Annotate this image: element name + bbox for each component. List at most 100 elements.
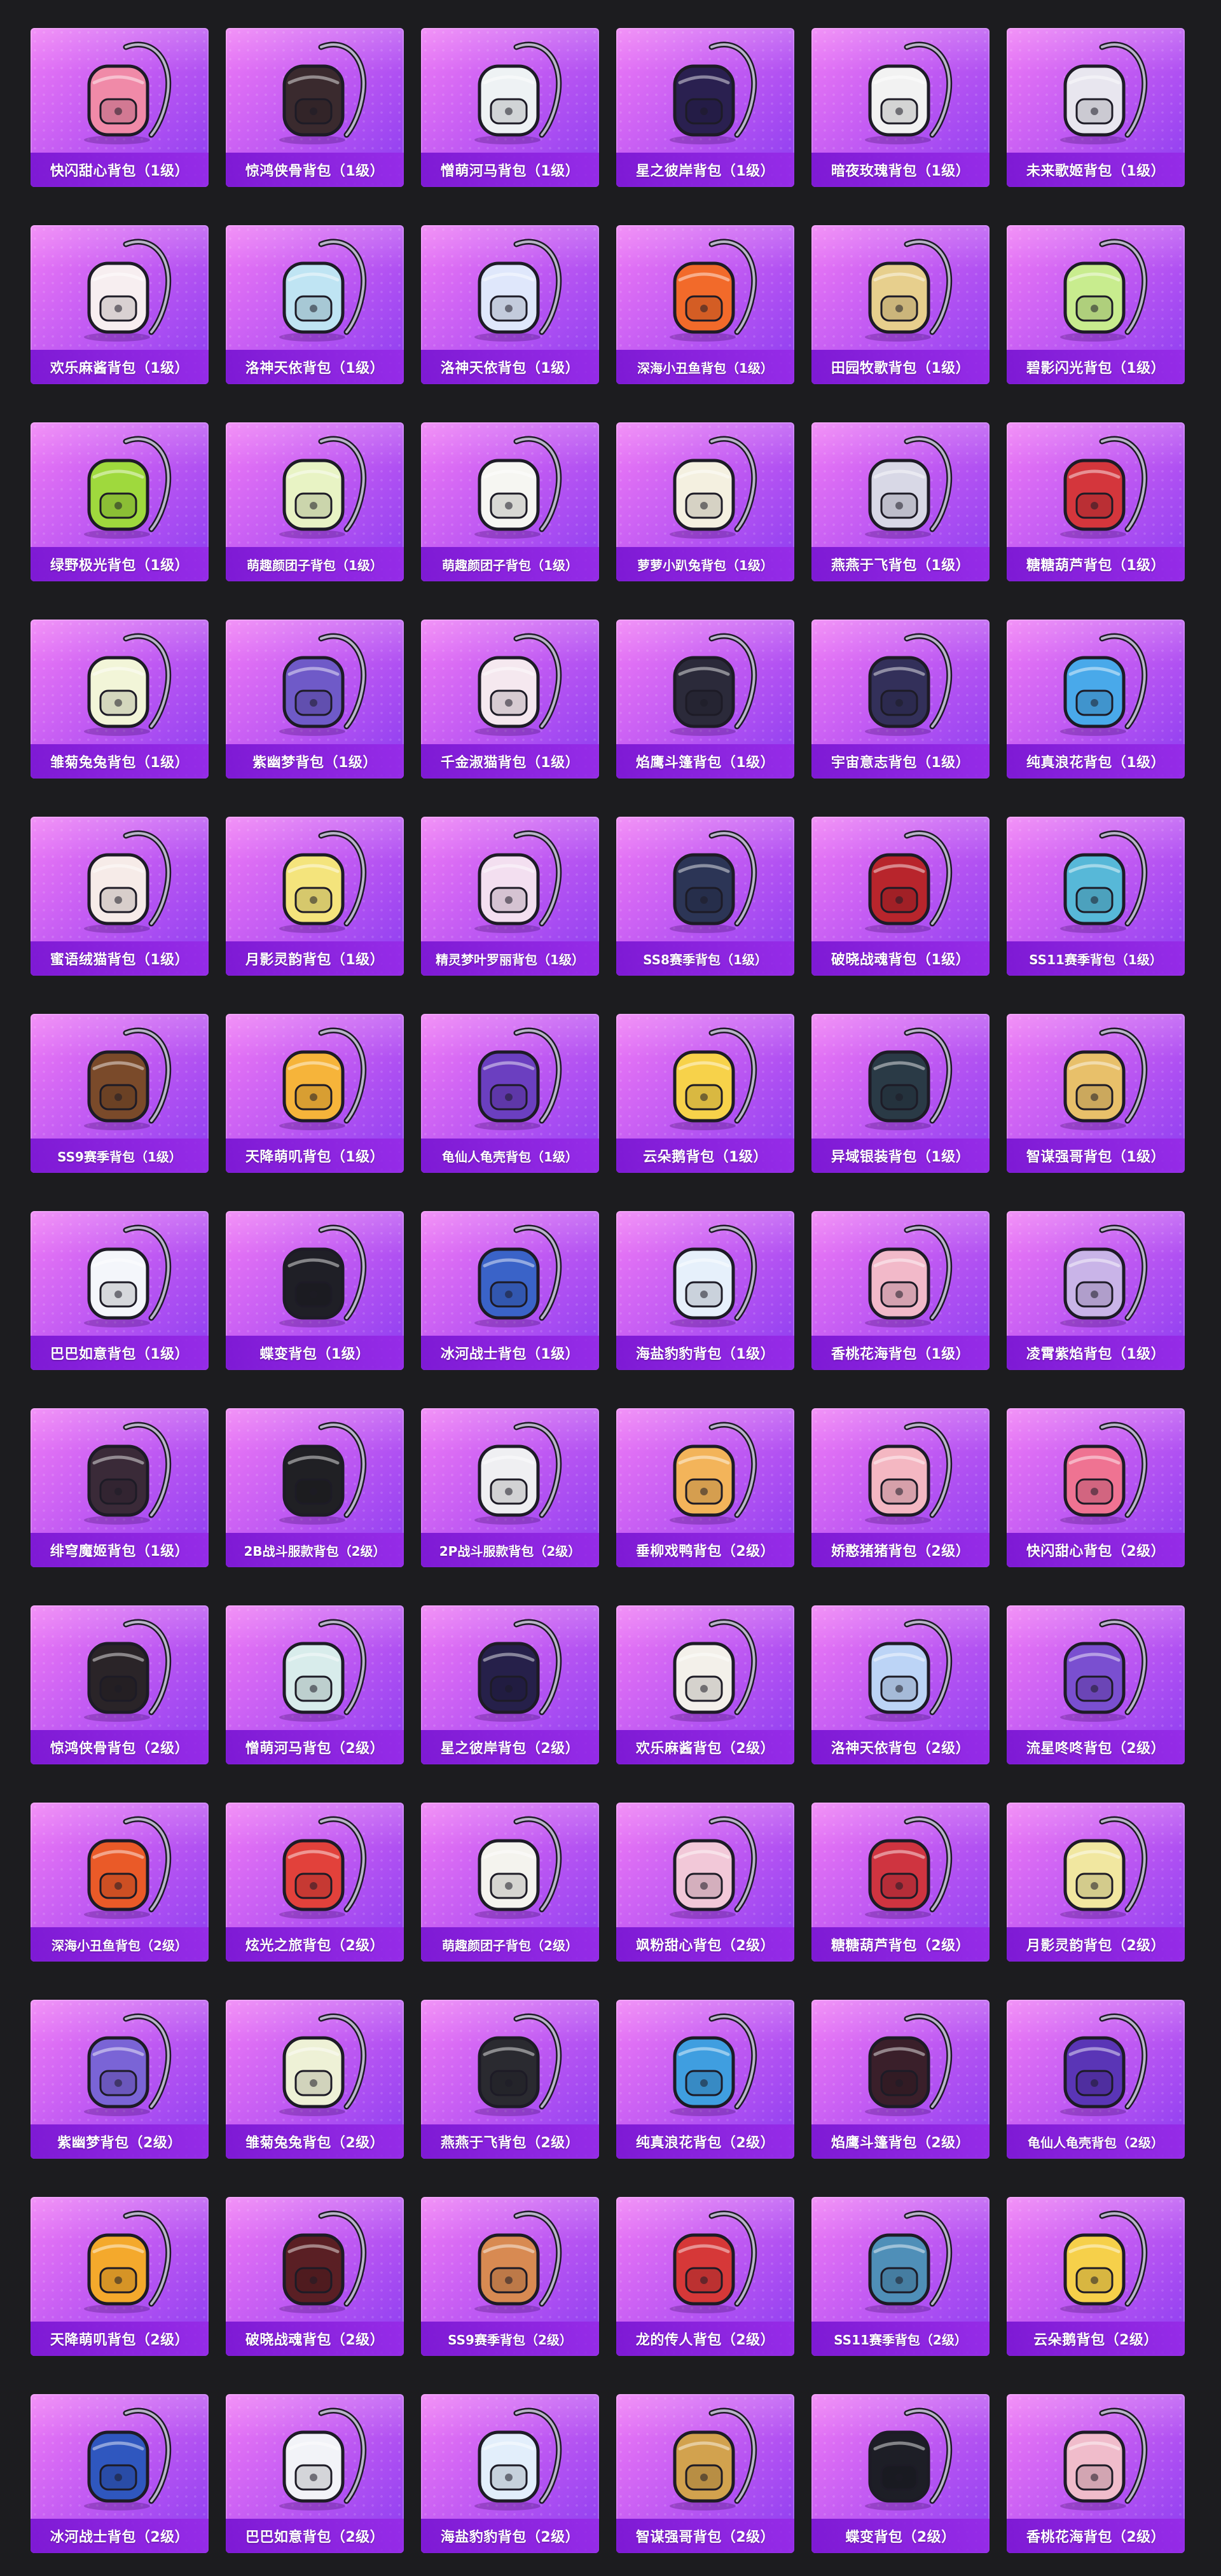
backpack-card[interactable]: 深海小丑鱼背包（1级） xyxy=(616,225,794,384)
backpack-card[interactable]: 天降萌叽背包（2级） xyxy=(31,2197,209,2356)
backpack-card[interactable]: 海盐豹豹背包（2级） xyxy=(421,2394,599,2553)
backpack-card[interactable]: 云朵鹅背包（1级） xyxy=(616,1014,794,1173)
backpack-card[interactable]: 2P战斗服款背包（2级） xyxy=(421,1408,599,1567)
backpack-card[interactable]: 破晓战魂背包（2级） xyxy=(226,2197,404,2356)
backpack-card[interactable]: 凌霄紫焰背包（1级） xyxy=(1007,1211,1185,1370)
backpack-card[interactable]: 焰鹰斗篷背包（2级） xyxy=(811,2000,990,2159)
backpack-card[interactable]: 龟仙人龟壳背包（1级） xyxy=(421,1014,599,1173)
backpack-card[interactable]: 龟仙人龟壳背包（2级） xyxy=(1007,2000,1185,2159)
backpack-card[interactable]: 萌趣颜团子背包（2级） xyxy=(421,1803,599,1962)
backpack-card[interactable]: 冰河战士背包（2级） xyxy=(31,2394,209,2553)
item-name: 洛神天依背包（1级） xyxy=(440,361,580,377)
backpack-card[interactable]: 飒粉甜心背包（2级） xyxy=(616,1803,794,1962)
backpack-card[interactable]: 巴巴如意背包（1级） xyxy=(31,1211,209,1370)
backpack-card[interactable]: 流星咚咚背包（2级） xyxy=(1007,1605,1185,1764)
backpack-card[interactable]: 暗夜玫瑰背包（1级） xyxy=(811,28,990,187)
backpack-card[interactable]: 萝萝小趴兔背包（1级） xyxy=(616,422,794,581)
backpack-card[interactable]: 龙的传人背包（2级） xyxy=(616,2197,794,2356)
backpack-card[interactable]: 蝶变背包（2级） xyxy=(811,2394,990,2553)
item-name: 深海小丑鱼背包（1级） xyxy=(637,360,773,376)
backpack-card[interactable]: 焰鹰斗篷背包（1级） xyxy=(616,620,794,779)
backpack-card[interactable]: 紫幽梦背包（2级） xyxy=(31,2000,209,2159)
item-name: 冰河战士背包（2级） xyxy=(50,2530,190,2545)
backpack-card[interactable]: 蝶变背包（1级） xyxy=(226,1211,404,1370)
backpack-card[interactable]: 绯穹魔姬背包（1级） xyxy=(31,1408,209,1567)
backpack-card[interactable]: 香桃花海背包（1级） xyxy=(811,1211,990,1370)
item-name: 糖糖葫芦背包（2级） xyxy=(831,1938,970,1954)
backpack-card[interactable]: 惊鸿侠骨背包（1级） xyxy=(226,28,404,187)
backpack-card[interactable]: 纯真浪花背包（2级） xyxy=(616,2000,794,2159)
backpack-card[interactable]: 萌趣颜团子背包（1级） xyxy=(421,422,599,581)
backpack-card[interactable]: 洛神天依背包（1级） xyxy=(226,225,404,384)
backpack-card[interactable]: 萌趣颜团子背包（1级） xyxy=(226,422,404,581)
item-name: 天降萌叽背包（2级） xyxy=(50,2332,190,2348)
backpack-card[interactable]: 海盐豹豹背包（1级） xyxy=(616,1211,794,1370)
backpack-card[interactable]: 2B战斗服款背包（2级） xyxy=(226,1408,404,1567)
item-name: 智谋强哥背包（2级） xyxy=(635,2530,775,2545)
backpack-card[interactable]: 破晓战魂背包（1级） xyxy=(811,817,990,976)
item-label-bar: 萌趣颜团子背包（2级） xyxy=(421,1927,599,1962)
backpack-card[interactable]: 洛神天依背包（1级） xyxy=(421,225,599,384)
item-label-bar: 洛神天依背包（2级） xyxy=(811,1730,990,1764)
backpack-card[interactable]: 洛神天依背包（2级） xyxy=(811,1605,990,1764)
backpack-card[interactable]: 憎萌河马背包（1级） xyxy=(421,28,599,187)
backpack-card[interactable]: 惊鸿侠骨背包（2级） xyxy=(31,1605,209,1764)
bubble-tea-lv2-backpack-icon xyxy=(616,2000,794,2124)
backpack-card[interactable]: SS8赛季背包（1级） xyxy=(616,817,794,976)
backpack-card[interactable]: 深海小丑鱼背包（2级） xyxy=(31,1803,209,1962)
backpack-card[interactable]: 月影灵韵背包（1级） xyxy=(226,817,404,976)
item-name: 未来歌姬背包（1级） xyxy=(1026,163,1166,179)
backpack-card[interactable]: 天降萌叽背包（1级） xyxy=(226,1014,404,1173)
backpack-card[interactable]: 智谋强哥背包（2级） xyxy=(616,2394,794,2553)
backpack-card[interactable]: 紫幽梦背包（1级） xyxy=(226,620,404,779)
backpack-card[interactable]: 蜜语绒猫背包（1级） xyxy=(31,817,209,976)
backpack-card[interactable]: 月影灵韵背包（2级） xyxy=(1007,1803,1185,1962)
backpack-card[interactable]: 香桃花海背包（2级） xyxy=(1007,2394,1185,2553)
backpack-card[interactable]: 冰河战士背包（1级） xyxy=(421,1211,599,1370)
item-name: 龟仙人龟壳背包（2级） xyxy=(1028,2135,1164,2150)
backpack-card[interactable]: SS11赛季背包（2级） xyxy=(811,2197,990,2356)
item-label-bar: 深海小丑鱼背包（1级） xyxy=(616,350,794,384)
backpack-card[interactable]: 碧影闪光背包（1级） xyxy=(1007,225,1185,384)
backpack-card[interactable]: 燕燕于飞背包（1级） xyxy=(811,422,990,581)
backpack-card[interactable]: 糖糖葫芦背包（2级） xyxy=(811,1803,990,1962)
backpack-card[interactable]: 千金淑猫背包（1级） xyxy=(421,620,599,779)
green-helmet-backpack-icon xyxy=(226,422,404,547)
flame-hawk-backpack-icon xyxy=(616,620,794,744)
backpack-card[interactable]: SS9赛季背包（1级） xyxy=(31,1014,209,1173)
item-name: 龟仙人龟壳背包（1级） xyxy=(442,1149,578,1165)
backpack-card[interactable]: 雏菊兔兔背包（2级） xyxy=(226,2000,404,2159)
black-red-backpack-icon xyxy=(226,28,404,153)
backpack-card[interactable]: 纯真浪花背包（1级） xyxy=(1007,620,1185,779)
cat-lady-backpack-icon xyxy=(421,620,599,744)
cloud-goose-backpack-icon xyxy=(616,1014,794,1139)
backpack-card[interactable]: 未来歌姬背包（1级） xyxy=(1007,28,1185,187)
backpack-card[interactable]: 欢乐麻酱背包（1级） xyxy=(31,225,209,384)
backpack-card[interactable]: 云朵鹅背包（2级） xyxy=(1007,2197,1185,2356)
backpack-card[interactable]: 智谋强哥背包（1级） xyxy=(1007,1014,1185,1173)
backpack-card[interactable]: 异域银装背包（1级） xyxy=(811,1014,990,1173)
backpack-card[interactable]: 燕燕于飞背包（2级） xyxy=(421,2000,599,2159)
backpack-card[interactable]: 宇宙意志背包（1级） xyxy=(811,620,990,779)
backpack-card[interactable]: 精灵梦叶罗丽背包（1级） xyxy=(421,817,599,976)
backpack-card[interactable]: 雏菊兔兔背包（1级） xyxy=(31,620,209,779)
backpack-card[interactable]: SS9赛季背包（2级） xyxy=(421,2197,599,2356)
backpack-card[interactable]: 巴巴如意背包（2级） xyxy=(226,2394,404,2553)
backpack-card[interactable]: 星之彼岸背包（2级） xyxy=(421,1605,599,1764)
backpack-card[interactable]: 田园牧歌背包（1级） xyxy=(811,225,990,384)
backpack-card[interactable]: 欢乐麻酱背包（2级） xyxy=(616,1605,794,1764)
item-name: 糖糖葫芦背包（1级） xyxy=(1026,558,1166,574)
backpack-card[interactable]: 娇憨猪猪背包（2级） xyxy=(811,1408,990,1567)
backpack-card[interactable]: 垂柳戏鸭背包（2级） xyxy=(616,1408,794,1567)
item-label-bar: 香桃花海背包（1级） xyxy=(811,1336,990,1370)
backpack-card[interactable]: 快闪甜心背包（2级） xyxy=(1007,1408,1185,1567)
backpack-card[interactable]: 星之彼岸背包（1级） xyxy=(616,28,794,187)
backpack-card[interactable]: SS11赛季背包（1级） xyxy=(1007,817,1185,976)
backpack-card[interactable]: 糖糖葫芦背包（1级） xyxy=(1007,422,1185,581)
item-name: 蝶变背包（1级） xyxy=(259,1347,370,1362)
backpack-card[interactable]: 炫光之旅背包（2级） xyxy=(226,1803,404,1962)
backpack-card[interactable]: 快闪甜心背包（1级） xyxy=(31,28,209,187)
item-name: 燕燕于飞背包（1级） xyxy=(831,558,970,574)
backpack-card[interactable]: 绿野极光背包（1级） xyxy=(31,422,209,581)
backpack-card[interactable]: 憎萌河马背包（2级） xyxy=(226,1605,404,1764)
